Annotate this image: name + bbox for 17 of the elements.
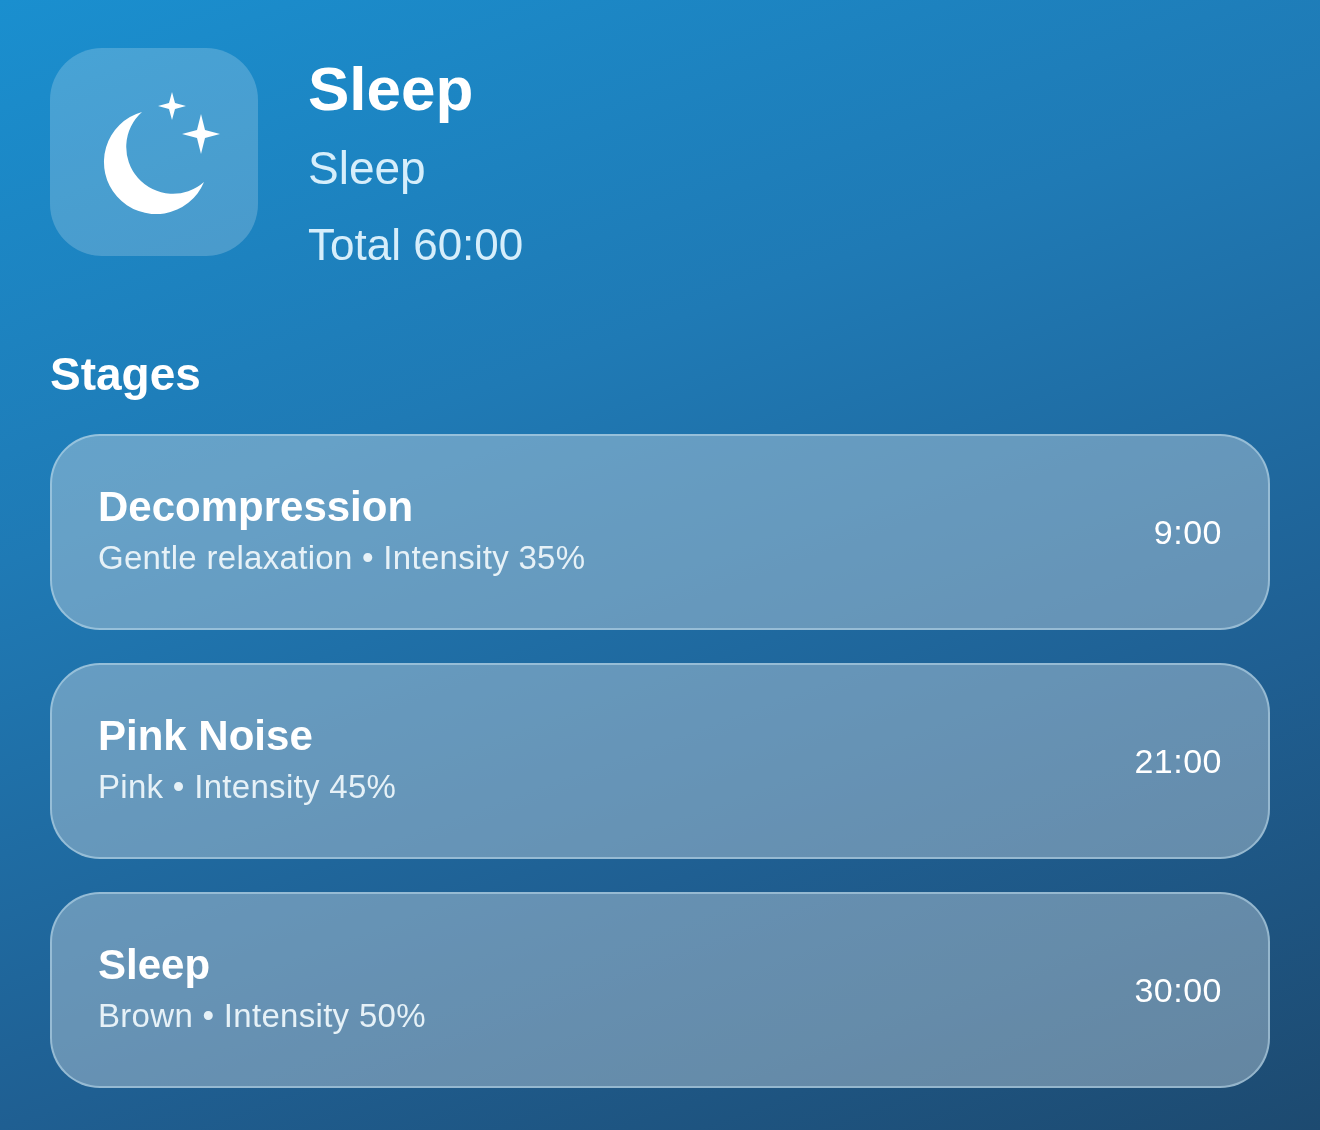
moon-stars-icon [50,48,258,256]
stage-detail: Brown • Intensity 50% [98,996,426,1036]
stage-duration: 21:00 [1134,741,1222,782]
stage-card[interactable]: Sleep Brown • Intensity 50% 30:00 [50,892,1270,1088]
stage-detail: Gentle relaxation • Intensity 35% [98,538,586,578]
program-title: Sleep [308,53,475,125]
section-title: Stages [50,347,202,402]
stage-card[interactable]: Decompression Gentle relaxation • Intensity 35% 9:00 [50,434,1270,630]
stage-name: Decompression [98,482,415,532]
stage-name: Sleep [98,940,212,990]
program-subtitle: Sleep [308,141,427,196]
stage-duration: 30:00 [1134,970,1222,1011]
stage-detail: Pink • Intensity 45% [98,767,397,807]
stage-duration: 9:00 [1153,512,1222,553]
stage-card[interactable]: Pink Noise Pink • Intensity 45% 21:00 [50,663,1270,859]
total-duration: Total 60:00 [308,219,524,271]
stage-name: Pink Noise [98,711,314,761]
